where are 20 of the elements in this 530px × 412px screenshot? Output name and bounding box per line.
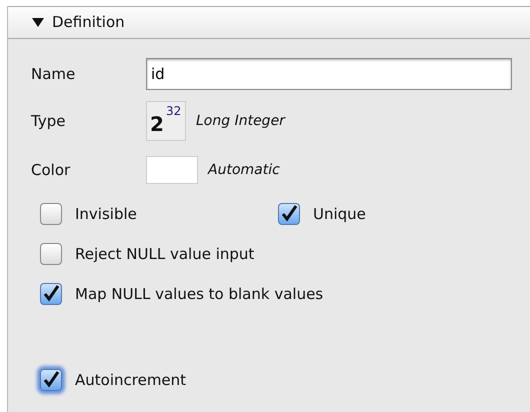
checkbox[interactable] [40, 369, 62, 391]
color-value: Automatic [208, 160, 280, 180]
checkbox[interactable] [40, 283, 62, 305]
checkbox[interactable] [40, 203, 62, 225]
checkbox-label: Unique [313, 204, 366, 225]
disclosure-triangle-icon [32, 18, 44, 27]
field-label: Name [31, 64, 76, 85]
field-label: Color [31, 160, 72, 181]
color-swatch[interactable] [146, 156, 198, 184]
section-header[interactable]: Definition [8, 6, 530, 39]
checkbox-label: Reject NULL value input [75, 244, 254, 265]
checkbox[interactable] [40, 243, 62, 265]
checkbox-label: Invisible [75, 204, 137, 225]
checkbox-label: Map NULL values to blank values [75, 284, 324, 305]
type-value: Long Integer [196, 112, 285, 130]
field-label: Type [31, 110, 66, 132]
checkbox-label: Autoincrement [75, 370, 186, 391]
name-field[interactable]: id [146, 58, 512, 90]
checkbox[interactable] [278, 203, 300, 225]
section-title: Definition [52, 12, 125, 34]
